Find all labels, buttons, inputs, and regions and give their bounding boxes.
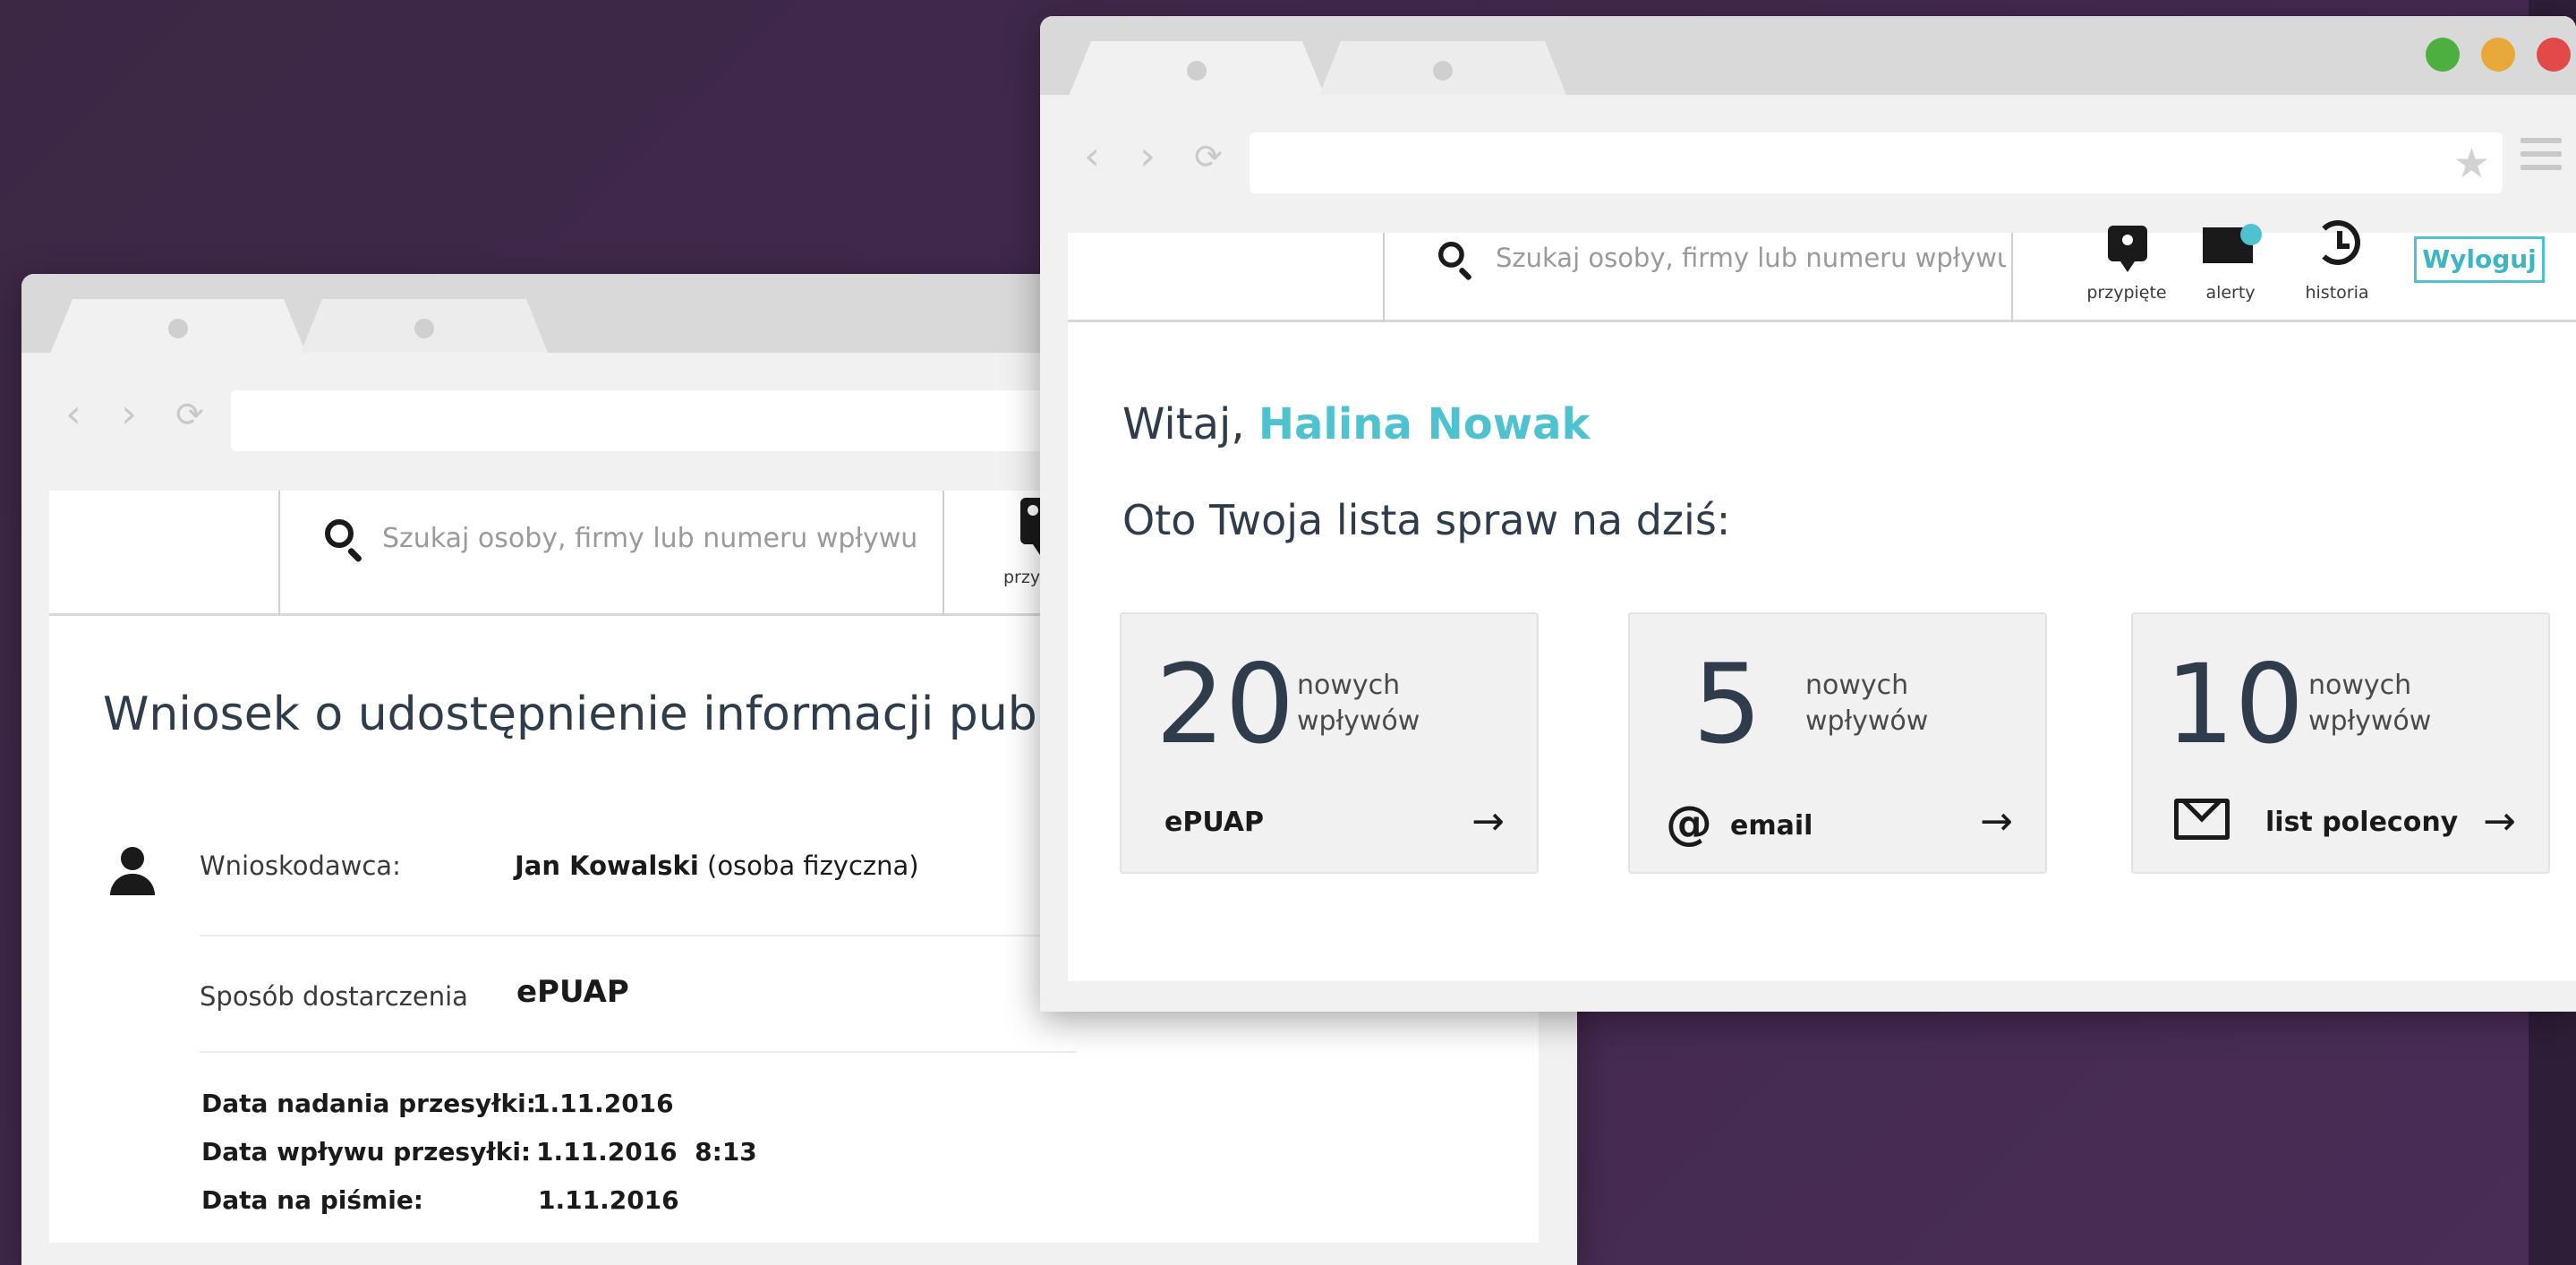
delivery-label: Sposób dostarczenia (200, 981, 468, 1012)
mail-icon (2174, 799, 2230, 840)
browser-tab-inactive[interactable] (1319, 41, 1566, 95)
applicant-label: Wnioskodawca: (200, 850, 401, 881)
window-close-button[interactable] (2537, 38, 2571, 72)
tab-favicon (1187, 61, 1207, 81)
card-count: 5 (1693, 641, 1762, 768)
at-icon: @ (1666, 797, 1712, 850)
reload-icon[interactable]: ⟳ (170, 392, 209, 437)
card-channel: ePUAP (1164, 807, 1264, 838)
applicant-type: (osoba fizyczna) (698, 850, 919, 881)
header-divider (278, 491, 280, 616)
card-channel: list polecony (2265, 807, 2459, 838)
date-value: 1.11.2016 8:13 (536, 1137, 757, 1167)
card-count: 20 (1156, 641, 1295, 768)
header-divider (943, 491, 944, 616)
address-bar[interactable]: ★ (1250, 132, 2503, 193)
notification-badge (2240, 224, 2262, 245)
person-icon (110, 847, 155, 895)
history-icon (2316, 220, 2360, 265)
card-caption: nowych wpływów (1297, 670, 1420, 737)
delivery-value: ePUAP (516, 974, 629, 1010)
window-minimize-button[interactable] (2481, 38, 2515, 72)
arrow-right-icon[interactable]: → (1471, 802, 1505, 842)
header-divider (1383, 233, 1385, 322)
tab-favicon (168, 319, 188, 338)
date-label: Data wpływu przesyłki: (201, 1137, 532, 1167)
browser-toolbar: ‹ › ⟳ ★ (1040, 95, 2576, 227)
browser-window-front: ‹ › ⟳ ★ Szukaj osoby, firmy lub numeru w… (1040, 16, 2576, 1012)
applicant-value: Jan Kowalski (osoba fizyczna) (515, 850, 919, 881)
tab-favicon (414, 319, 434, 338)
applicant-name[interactable]: Jan Kowalski (515, 850, 699, 881)
card-count: 10 (2165, 641, 2305, 768)
row-separator (200, 935, 1077, 936)
task-list-subtitle: Oto Twoja lista spraw na dziś: (1122, 496, 1731, 544)
inbox-card-registered-mail[interactable]: 10 nowych wpływów list polecony → (2131, 612, 2550, 874)
browser-tab-active[interactable] (1069, 41, 1325, 95)
logout-button[interactable]: Wyloguj (2414, 236, 2545, 283)
card-channel: email (1730, 810, 1813, 842)
forward-icon[interactable]: › (1128, 134, 1167, 179)
window-maximize-button[interactable] (2426, 38, 2460, 72)
search-input[interactable]: Szukaj osoby, firmy lub numeru wpływu (1496, 238, 2006, 278)
arrow-right-icon[interactable]: → (2483, 802, 2516, 842)
browser-tab-inactive[interactable] (301, 299, 548, 353)
greeting: Witaj, Halina Nowak (1122, 399, 1590, 449)
header-action-alerts[interactable]: alerty (2190, 224, 2271, 322)
back-icon[interactable]: ‹ (1072, 134, 1112, 179)
date-label: Data nadania przesyłki: (201, 1089, 536, 1118)
forward-icon[interactable]: › (109, 392, 149, 437)
header-action-label: przypięte (2086, 283, 2167, 303)
row-separator (200, 1051, 1077, 1053)
search-icon[interactable] (325, 519, 366, 563)
user-name: Halina Nowak (1258, 399, 1591, 449)
header-divider (2011, 233, 2013, 322)
document-title: Wniosek o udostępnienie informacji publi… (103, 688, 1184, 741)
greeting-prefix: Witaj, (1122, 399, 1258, 449)
bookmark-star-icon[interactable]: ★ (2453, 132, 2490, 193)
tab-favicon (1433, 61, 1453, 81)
date-value: 1.11.2016 (538, 1185, 679, 1215)
search-input[interactable]: Szukaj osoby, firmy lub numeru wpływu (382, 519, 919, 559)
tab-strip (1040, 16, 2576, 95)
reload-icon[interactable]: ⟳ (1189, 134, 1228, 179)
header-action-pinned[interactable]: przypięte (2086, 226, 2167, 322)
card-caption: nowych wpływów (1805, 670, 1929, 737)
inbox-card-epuap[interactable]: 20 nowych wpływów ePUAP → (1120, 612, 1539, 874)
search-icon[interactable] (1438, 242, 1475, 281)
card-caption: nowych wpływów (2308, 670, 2432, 737)
date-label: Data na piśmie: (201, 1185, 424, 1215)
menu-icon[interactable] (2521, 138, 2562, 177)
inbox-card-email[interactable]: 5 nowych wpływów @ email → (1628, 612, 2047, 874)
header-action-history[interactable]: historia (2292, 220, 2382, 322)
date-value: 1.11.2016 (533, 1089, 674, 1118)
page-content: Szukaj osoby, firmy lub numeru wpływu pr… (1068, 220, 2576, 981)
app-header: Szukaj osoby, firmy lub numeru wpływu pr… (1068, 220, 2576, 322)
header-action-label: historia (2305, 283, 2369, 303)
arrow-right-icon[interactable]: → (1980, 802, 2013, 842)
browser-tab-active[interactable] (50, 299, 306, 353)
header-action-label: alerty (2205, 283, 2256, 303)
back-icon[interactable]: ‹ (54, 392, 93, 437)
pin-icon (2108, 226, 2147, 272)
